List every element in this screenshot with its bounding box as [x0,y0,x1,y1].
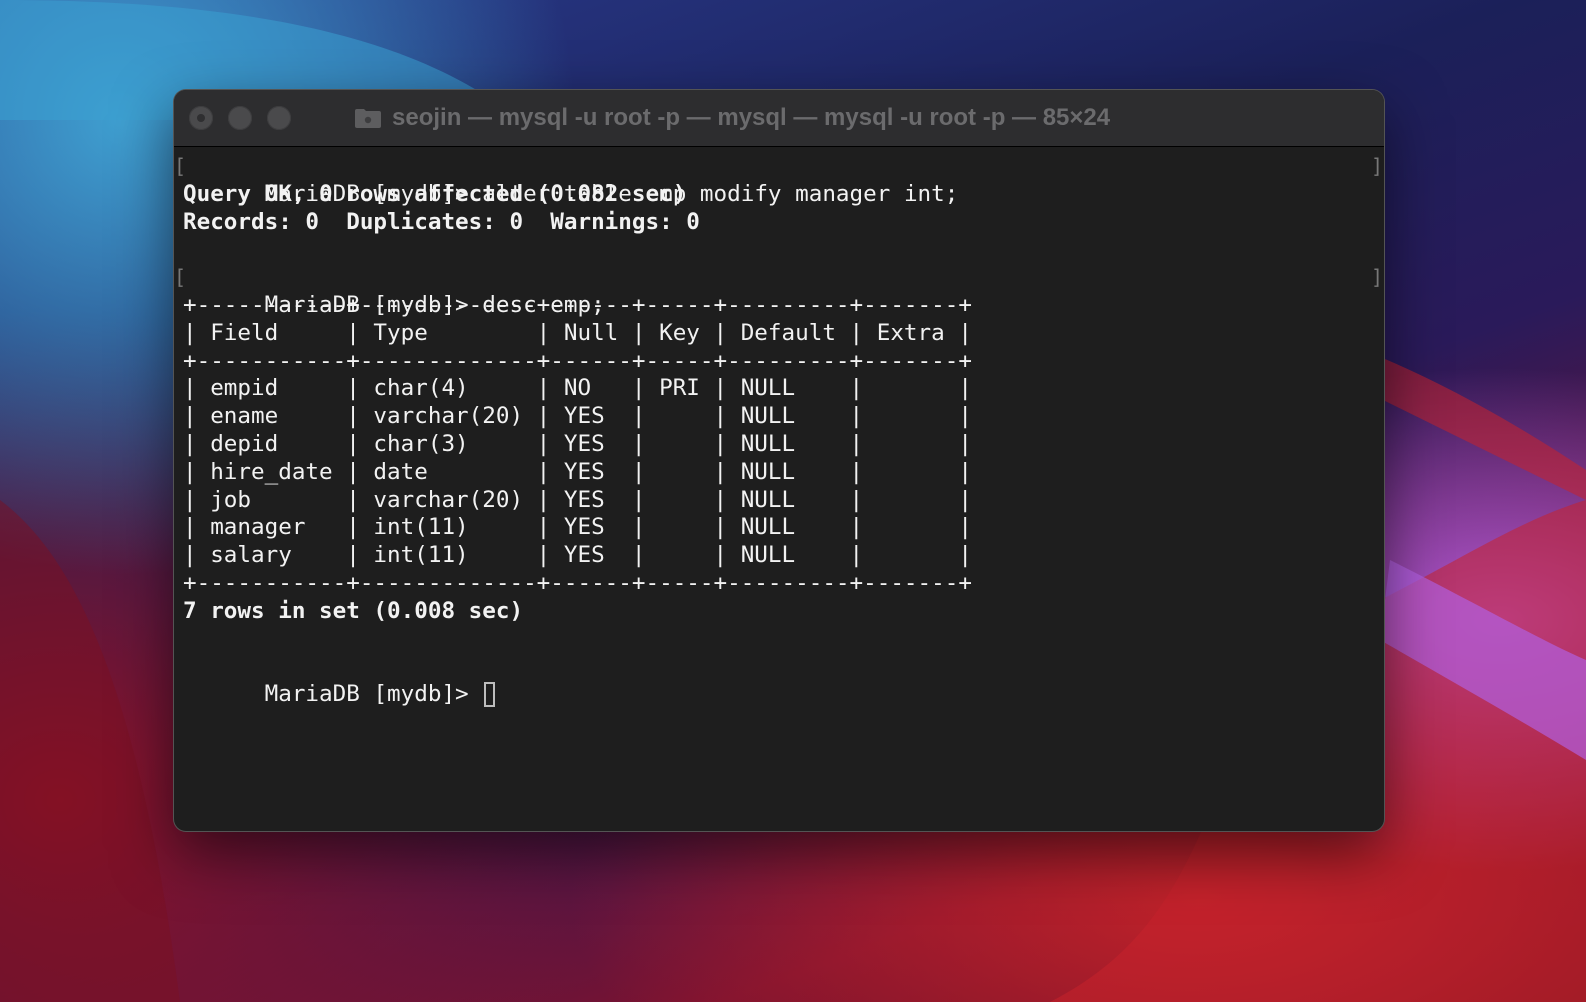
result-summary: 7 rows in set (0.008 sec) [183,597,524,624]
command-mark-left: [ [174,265,187,290]
terminal-window: seojin — mysql -u root -p — mysql — mysq… [174,90,1384,831]
terminal-line: [MariaDB [mydb]> desc emp;] [174,264,1384,318]
table-row: | depid | char(3) | YES | | NULL | | [183,430,972,457]
zoom-button[interactable] [267,106,291,130]
terminal-output[interactable]: [MariaDB [mydb]> alter table emp modify … [174,147,1384,831]
table-row: | ename | varchar(20) | YES | | NULL | | [183,403,972,430]
command-mark-left: [ [174,154,187,178]
table-row: | manager | int(11) | YES | | NULL | | [183,514,972,541]
table-row: | job | varchar(20) | YES | | NULL | | [183,486,972,513]
terminal-line: Records: 0 Duplicates: 0 Warnings: 0 [183,208,700,235]
terminal-line: Query OK, 0 rows affected (0.082 sec) [183,180,687,207]
table-header-row: | Field | Type | Null | Key | Default | … [183,319,972,346]
folder-icon [355,109,381,128]
table-row: | empid | char(4) | NO | PRI | NULL | | [183,375,972,402]
table-border: +-----------+-------------+------+-----+… [183,347,972,374]
terminal-line: [MariaDB [mydb]> alter table emp modify … [174,153,1384,207]
table-row: | hire_date | date | YES | | NULL | | [183,458,972,485]
window-title: seojin — mysql -u root -p — mysql — mysq… [392,104,1111,131]
title-bar[interactable]: seojin — mysql -u root -p — mysql — mysq… [174,90,1384,147]
title-group: seojin — mysql -u root -p — mysql — mysq… [354,90,1110,146]
close-button[interactable] [189,106,213,130]
text-cursor[interactable] [484,682,496,708]
prompt-text: MariaDB [mydb]> [264,681,483,708]
minimize-button[interactable] [228,106,252,130]
table-border: +-----------+-------------+------+-----+… [183,291,972,318]
command-mark-right: ] [1371,265,1384,290]
table-border: +-----------+-------------+------+-----+… [183,569,972,596]
command-mark-right: ] [1371,154,1384,178]
table-row: | salary | int(11) | YES | | NULL | | [183,542,972,569]
prompt-line[interactable]: MariaDB [mydb]> [183,653,1384,708]
